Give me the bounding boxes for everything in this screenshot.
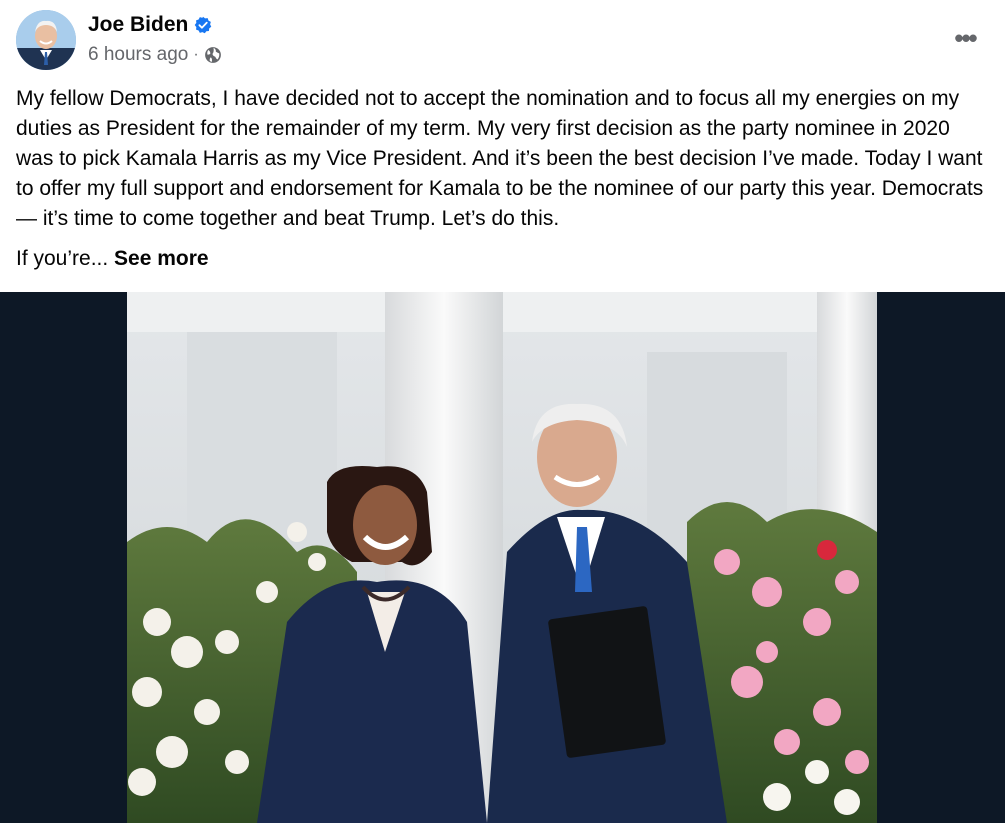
post-timestamp[interactable]: 6 hours ago — [88, 44, 188, 66]
see-more-link[interactable]: See more — [114, 247, 209, 270]
post-photo[interactable] — [127, 292, 877, 823]
more-options-button[interactable]: ••• — [947, 22, 983, 54]
author-row: Joe Biden — [88, 13, 212, 37]
author-avatar[interactable] — [16, 10, 76, 70]
facebook-post: Joe Biden 6 hours ago · ••• My fellow De… — [0, 0, 1005, 823]
truncated-text: If you’re... — [16, 247, 109, 270]
avatar-image — [16, 10, 76, 70]
verified-badge-icon — [194, 16, 212, 34]
post-media — [0, 292, 1005, 823]
author-name[interactable]: Joe Biden — [88, 13, 188, 37]
see-more-row: If you’re... See more — [16, 244, 209, 274]
post-meta: 6 hours ago · — [88, 44, 222, 66]
post-text: My fellow Democrats, I have decided not … — [16, 87, 984, 230]
more-options-icon: ••• — [954, 22, 977, 53]
meta-separator: · — [193, 46, 199, 63]
globe-icon[interactable] — [204, 46, 222, 64]
photo-image — [127, 292, 877, 823]
